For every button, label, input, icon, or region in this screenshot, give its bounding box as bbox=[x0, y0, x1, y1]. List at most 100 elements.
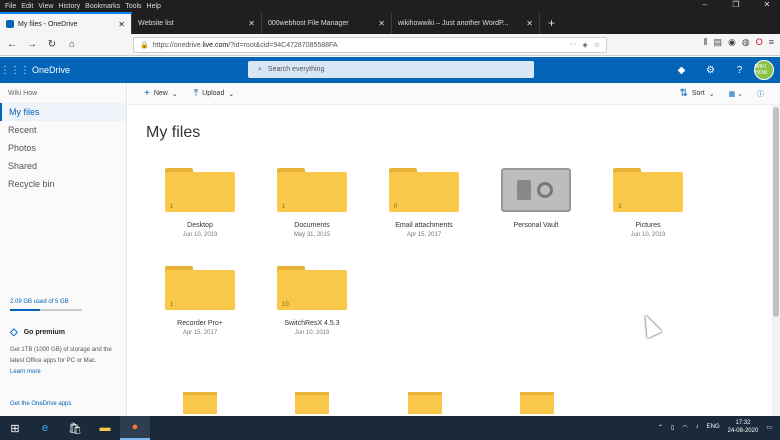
network-icon[interactable]: ◠ bbox=[682, 424, 687, 431]
premium-diamond-icon[interactable]: ◆ bbox=[667, 65, 696, 76]
storage-bar-fill bbox=[10, 309, 41, 311]
folder-desktop[interactable]: 1 Desktop Jun 10, 2019 bbox=[145, 168, 255, 238]
tab-website-list[interactable]: Website list ✕ bbox=[132, 12, 262, 34]
windows-start-icon[interactable]: ⊞ bbox=[0, 422, 30, 435]
edge-browser-icon[interactable]: e bbox=[30, 422, 60, 434]
url-bar[interactable]: 🔒 https://onedrive. live.com/?id=root&cid… bbox=[133, 37, 607, 53]
folder-pictures[interactable]: 3 Pictures Jun 10, 2019 bbox=[593, 168, 703, 238]
clock[interactable]: 17:32 24-08-2020 bbox=[728, 419, 759, 435]
tab-close-icon[interactable]: ✕ bbox=[526, 19, 533, 28]
maximize-icon[interactable]: ❐ bbox=[723, 0, 749, 9]
browser-menubar: File Edit View History Bookmarks Tools H… bbox=[0, 0, 780, 12]
user-name: Wiki How bbox=[8, 90, 38, 97]
notification-icon[interactable]: ▭ bbox=[766, 424, 772, 431]
avatar[interactable]: WIKI HOW bbox=[754, 60, 774, 80]
file-explorer-icon[interactable]: ▬ bbox=[90, 422, 120, 434]
chevron-up-icon[interactable]: ⌃ bbox=[658, 424, 663, 431]
more-actions-icon[interactable]: ··· bbox=[569, 41, 576, 49]
menu-edit[interactable]: Edit bbox=[21, 3, 33, 10]
sidebar-toggle-icon[interactable]: ▤ bbox=[713, 37, 722, 48]
learn-more-link[interactable]: Learn more bbox=[10, 369, 41, 375]
sidebar-item-recent[interactable]: Recent bbox=[0, 121, 126, 139]
go-premium[interactable]: ◇ Go premium bbox=[10, 327, 65, 338]
windows-taskbar: ⊞ e 🛍 ▬ ● ⌃ ▯ ◠ ♪ ENG 17:32 24-08-2020 ▭ bbox=[0, 416, 780, 440]
sort-label: Sort bbox=[691, 90, 705, 97]
firefox-icon[interactable]: ● bbox=[120, 416, 150, 440]
folder-icon: 1 bbox=[165, 168, 235, 212]
account-icon[interactable]: ◉ bbox=[728, 37, 736, 48]
sidebar-item-my-files[interactable]: My files bbox=[0, 103, 126, 121]
battery-icon[interactable]: ▯ bbox=[671, 424, 674, 431]
minimize-icon[interactable]: – bbox=[692, 0, 718, 9]
home-icon[interactable]: ⌂ bbox=[64, 39, 80, 50]
onedrive-favicon-icon bbox=[6, 20, 14, 28]
folder-switchresx[interactable]: 10 SwitchResX 4.5.3 Jun 10, 2019 bbox=[257, 266, 367, 336]
menu-view[interactable]: View bbox=[38, 3, 53, 10]
close-icon[interactable]: ✕ bbox=[754, 0, 780, 9]
view-toggle-icon[interactable]: ▦ ⌄ bbox=[729, 90, 743, 98]
premium-title: Go premium bbox=[23, 329, 65, 336]
new-tab-icon[interactable]: + bbox=[540, 12, 563, 34]
scrollbar-thumb[interactable] bbox=[773, 107, 779, 317]
language-indicator[interactable]: ENG bbox=[707, 424, 720, 430]
folder-personal-vault[interactable]: Personal Vault bbox=[481, 168, 591, 229]
volume-icon[interactable]: ♪ bbox=[696, 424, 699, 430]
menu-help[interactable]: Help bbox=[147, 3, 161, 10]
info-icon[interactable]: ⓘ bbox=[757, 89, 764, 99]
forward-icon[interactable]: → bbox=[24, 39, 40, 50]
clock-date: 24-08-2020 bbox=[727, 428, 759, 434]
window-controls: – ❐ ✕ bbox=[687, 0, 780, 9]
sidebar-item-photos[interactable]: Photos bbox=[0, 139, 126, 157]
tab-close-icon[interactable]: ✕ bbox=[378, 19, 385, 28]
sidebar-item-shared[interactable]: Shared bbox=[0, 157, 126, 175]
menu-file[interactable]: File bbox=[5, 3, 16, 10]
zip-folder-icon[interactable] bbox=[183, 392, 217, 414]
back-icon[interactable]: ← bbox=[4, 39, 20, 50]
tab-close-icon[interactable]: ✕ bbox=[118, 20, 125, 29]
storage-bar bbox=[10, 309, 82, 311]
onedrive-brand[interactable]: OneDrive bbox=[32, 65, 70, 75]
reload-icon[interactable]: ↻ bbox=[44, 39, 60, 50]
sort-button[interactable]: ⇅ Sort ⌄ bbox=[679, 88, 714, 99]
app-launcher-icon[interactable]: ⋮⋮⋮ bbox=[0, 65, 30, 76]
tab-onedrive[interactable]: My files - OneDrive ✕ bbox=[0, 12, 132, 34]
settings-gear-icon[interactable]: ⚙ bbox=[696, 65, 725, 76]
tab-wikihowwiki[interactable]: wikihowwiki – Just another WordP... ✕ bbox=[392, 12, 540, 34]
menu-tools[interactable]: Tools bbox=[125, 3, 141, 10]
zip-folder-icon[interactable] bbox=[520, 392, 554, 414]
library-icon[interactable]: ⫴ bbox=[704, 37, 708, 48]
item-count: 1 bbox=[170, 204, 174, 210]
system-tray: ⌃ ▯ ◠ ♪ ENG 17:32 24-08-2020 ▭ bbox=[658, 419, 772, 435]
bookmark-star-icon[interactable]: ☆ bbox=[594, 41, 600, 49]
extension-icon[interactable]: ◍ bbox=[742, 37, 750, 48]
sidebar-item-recycle-bin[interactable]: Recycle bin bbox=[0, 175, 126, 193]
help-icon[interactable]: ? bbox=[725, 65, 754, 76]
menu-history[interactable]: History bbox=[58, 3, 80, 10]
toolbar-icons: ⫴ ▤ ◉ ◍ O ≡ bbox=[704, 37, 774, 48]
folder-recorder-pro[interactable]: 1 Recorder Pro+ Apr 15, 2017 bbox=[145, 266, 255, 336]
search-input[interactable]: ⌕ Search everything bbox=[248, 61, 534, 78]
get-apps-link[interactable]: Get the OneDrive apps bbox=[10, 401, 71, 407]
zip-folder-icon[interactable] bbox=[295, 392, 329, 414]
folder-date: May 31, 2015 bbox=[293, 232, 331, 238]
storage-usage[interactable]: 2.09 GB used of 5 GB bbox=[10, 299, 69, 305]
tab-file-manager[interactable]: 000webhost File Manager ✕ bbox=[262, 12, 392, 34]
upload-button[interactable]: ⤒ Upload ⌄ bbox=[194, 88, 234, 99]
folder-name: Recorder Pro+ bbox=[177, 320, 223, 327]
chevron-down-icon: ⌄ bbox=[708, 90, 715, 98]
item-count: 1 bbox=[282, 204, 286, 210]
zip-folder-icon[interactable] bbox=[408, 392, 442, 414]
folder-date: Jun 10, 2019 bbox=[182, 232, 218, 238]
folder-email-attachments[interactable]: 0 Email attachments Apr 15, 2017 bbox=[369, 168, 479, 238]
opera-icon[interactable]: O bbox=[756, 37, 763, 48]
folder-documents[interactable]: 1 Documents May 31, 2015 bbox=[257, 168, 367, 238]
pocket-icon[interactable]: ◈ bbox=[582, 41, 587, 49]
vault-safe-icon bbox=[501, 168, 571, 212]
store-icon[interactable]: 🛍 bbox=[60, 422, 90, 435]
hamburger-menu-icon[interactable]: ≡ bbox=[769, 37, 774, 48]
new-button[interactable]: + New ⌄ bbox=[144, 88, 178, 99]
tab-close-icon[interactable]: ✕ bbox=[248, 19, 255, 28]
folder-date: Apr 15, 2017 bbox=[406, 232, 442, 238]
scrollbar[interactable] bbox=[772, 105, 780, 416]
menu-bookmarks[interactable]: Bookmarks bbox=[85, 3, 120, 10]
